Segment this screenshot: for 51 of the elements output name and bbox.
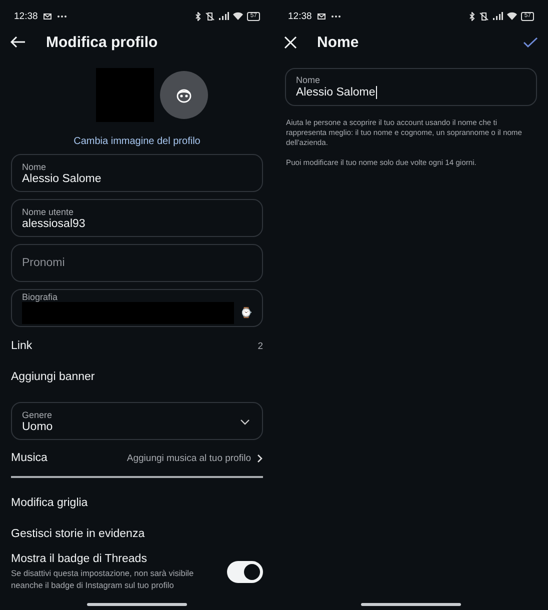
text-field[interactable]: Nome Alessio Salome [11, 154, 263, 192]
menu-item[interactable]: Aggiungi banner [11, 371, 95, 383]
menu-item[interactable]: Modifica griglia [11, 497, 88, 509]
more-icon [56, 14, 67, 18]
confirm-button[interactable] [523, 36, 538, 48]
status-time: 12:38 [288, 10, 312, 22]
bio-field[interactable]: Biografia ⌚ [11, 289, 263, 327]
toggle-switch[interactable] [227, 561, 263, 583]
input-field[interactable]: Pronomi [11, 244, 263, 282]
chevron-down-icon [240, 419, 250, 425]
field-value: Uomo [22, 420, 53, 432]
change-photo-link[interactable]: Cambia immagine del profilo [0, 136, 274, 147]
item-count: 2 [258, 340, 263, 352]
signal-icon [219, 12, 230, 20]
dropdown-field[interactable]: Genere Uomo [11, 402, 263, 440]
vibrate-off-icon [205, 12, 216, 20]
menu-item[interactable]: Musica [11, 452, 48, 464]
mail-icon [316, 12, 326, 20]
field-label: Nome utente [22, 206, 75, 216]
menu-item[interactable]: Gestisci storie in evidenza [11, 528, 145, 540]
bluetooth-icon [195, 12, 202, 20]
item-hint: Aggiungi musica al tuo profilo [126, 452, 251, 464]
avatar-button[interactable] [160, 71, 208, 119]
face-icon [176, 88, 192, 102]
close-button[interactable] [284, 36, 297, 48]
mail-icon [42, 12, 52, 20]
text-field[interactable]: Nome utente alessiosal93 [11, 199, 263, 237]
screen-title: Nome [317, 34, 360, 50]
back-button[interactable] [10, 36, 26, 48]
setting-title: Mostra il badge di Threads [11, 553, 148, 565]
menu-item[interactable]: Link [11, 340, 32, 352]
wifi-icon [233, 12, 244, 20]
vibrate-off-icon [479, 12, 490, 20]
field-label: Biografia [22, 292, 59, 302]
field-value: alessiosal93 [22, 218, 86, 230]
field-value: Alessio Salome [22, 172, 102, 184]
signal-icon [493, 12, 504, 20]
field-value: Alessio Salome [296, 86, 378, 99]
screen-title: Modifica profilo [46, 34, 159, 50]
name-field[interactable]: Nome Alessio Salome [285, 68, 537, 106]
emoji: ⌚ [240, 307, 252, 319]
field-label: Genere [22, 410, 54, 420]
setting-description: Se disattivi questa impostazione, non sarà visibile neanche il badge di Instagram sul tuo profilo [11, 567, 195, 591]
field-label: Nome [296, 75, 322, 85]
status-time: 12:38 [14, 10, 38, 22]
wifi-icon [507, 12, 518, 20]
field-label: Nome [22, 162, 48, 172]
field-placeholder: Pronomi [22, 257, 66, 269]
chevron-right-icon [257, 454, 263, 462]
more-icon [330, 14, 341, 18]
bluetooth-icon [469, 12, 476, 20]
